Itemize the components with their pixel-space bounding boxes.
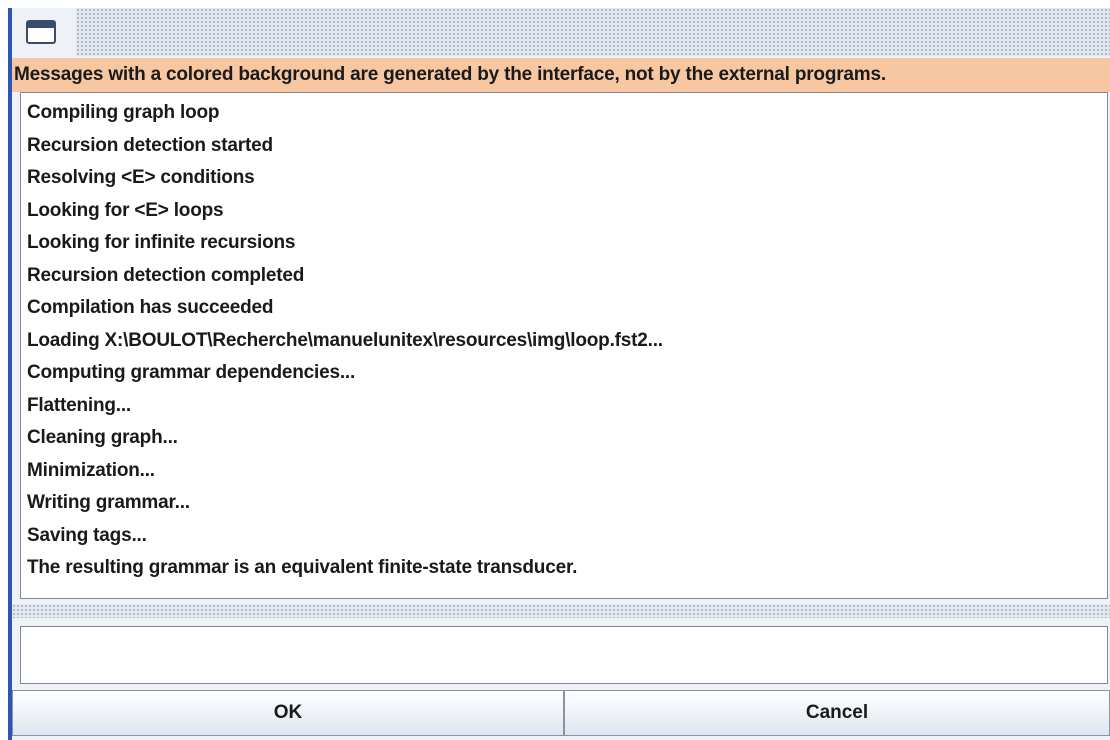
log-line: Looking for <E> loops (27, 199, 224, 221)
log-line: Cleaning graph... (27, 427, 178, 448)
log-line: Flattening... (27, 394, 132, 416)
log-line: Resolving <E> conditions (27, 167, 255, 188)
title-bar[interactable] (12, 8, 1110, 56)
message-list: Compiling graph loop Recursion detection… (21, 93, 1107, 585)
log-line: Writing grammar... (27, 492, 190, 513)
command-input-field[interactable] (20, 626, 1108, 684)
log-line: Computing grammar dependencies... (27, 362, 356, 383)
interface-notice: Messages with a colored background are g… (12, 58, 1110, 92)
log-line: Loading X:\BOULOT\Recherche\manuelunitex… (27, 329, 663, 351)
log-line: Minimization... (27, 459, 155, 481)
log-line: Recursion detection completed (27, 264, 305, 286)
split-pane-divider[interactable] (12, 604, 1110, 618)
window-menu-area[interactable] (12, 8, 76, 56)
window-icon[interactable] (26, 20, 56, 44)
log-line: Looking for infinite recursions (27, 232, 296, 253)
message-log[interactable]: Compiling graph loop Recursion detection… (20, 92, 1108, 599)
log-line: Compilation has succeeded (27, 297, 274, 318)
log-line: Saving tags... (27, 524, 147, 546)
ok-button[interactable]: OK (12, 690, 564, 736)
log-line: The resulting grammar is an equivalent f… (27, 557, 578, 578)
dialog-window: Messages with a colored background are g… (8, 8, 1110, 740)
log-line: Recursion detection started (27, 134, 273, 156)
cancel-button[interactable]: Cancel (564, 690, 1110, 736)
log-line: Compiling graph loop (27, 102, 220, 123)
